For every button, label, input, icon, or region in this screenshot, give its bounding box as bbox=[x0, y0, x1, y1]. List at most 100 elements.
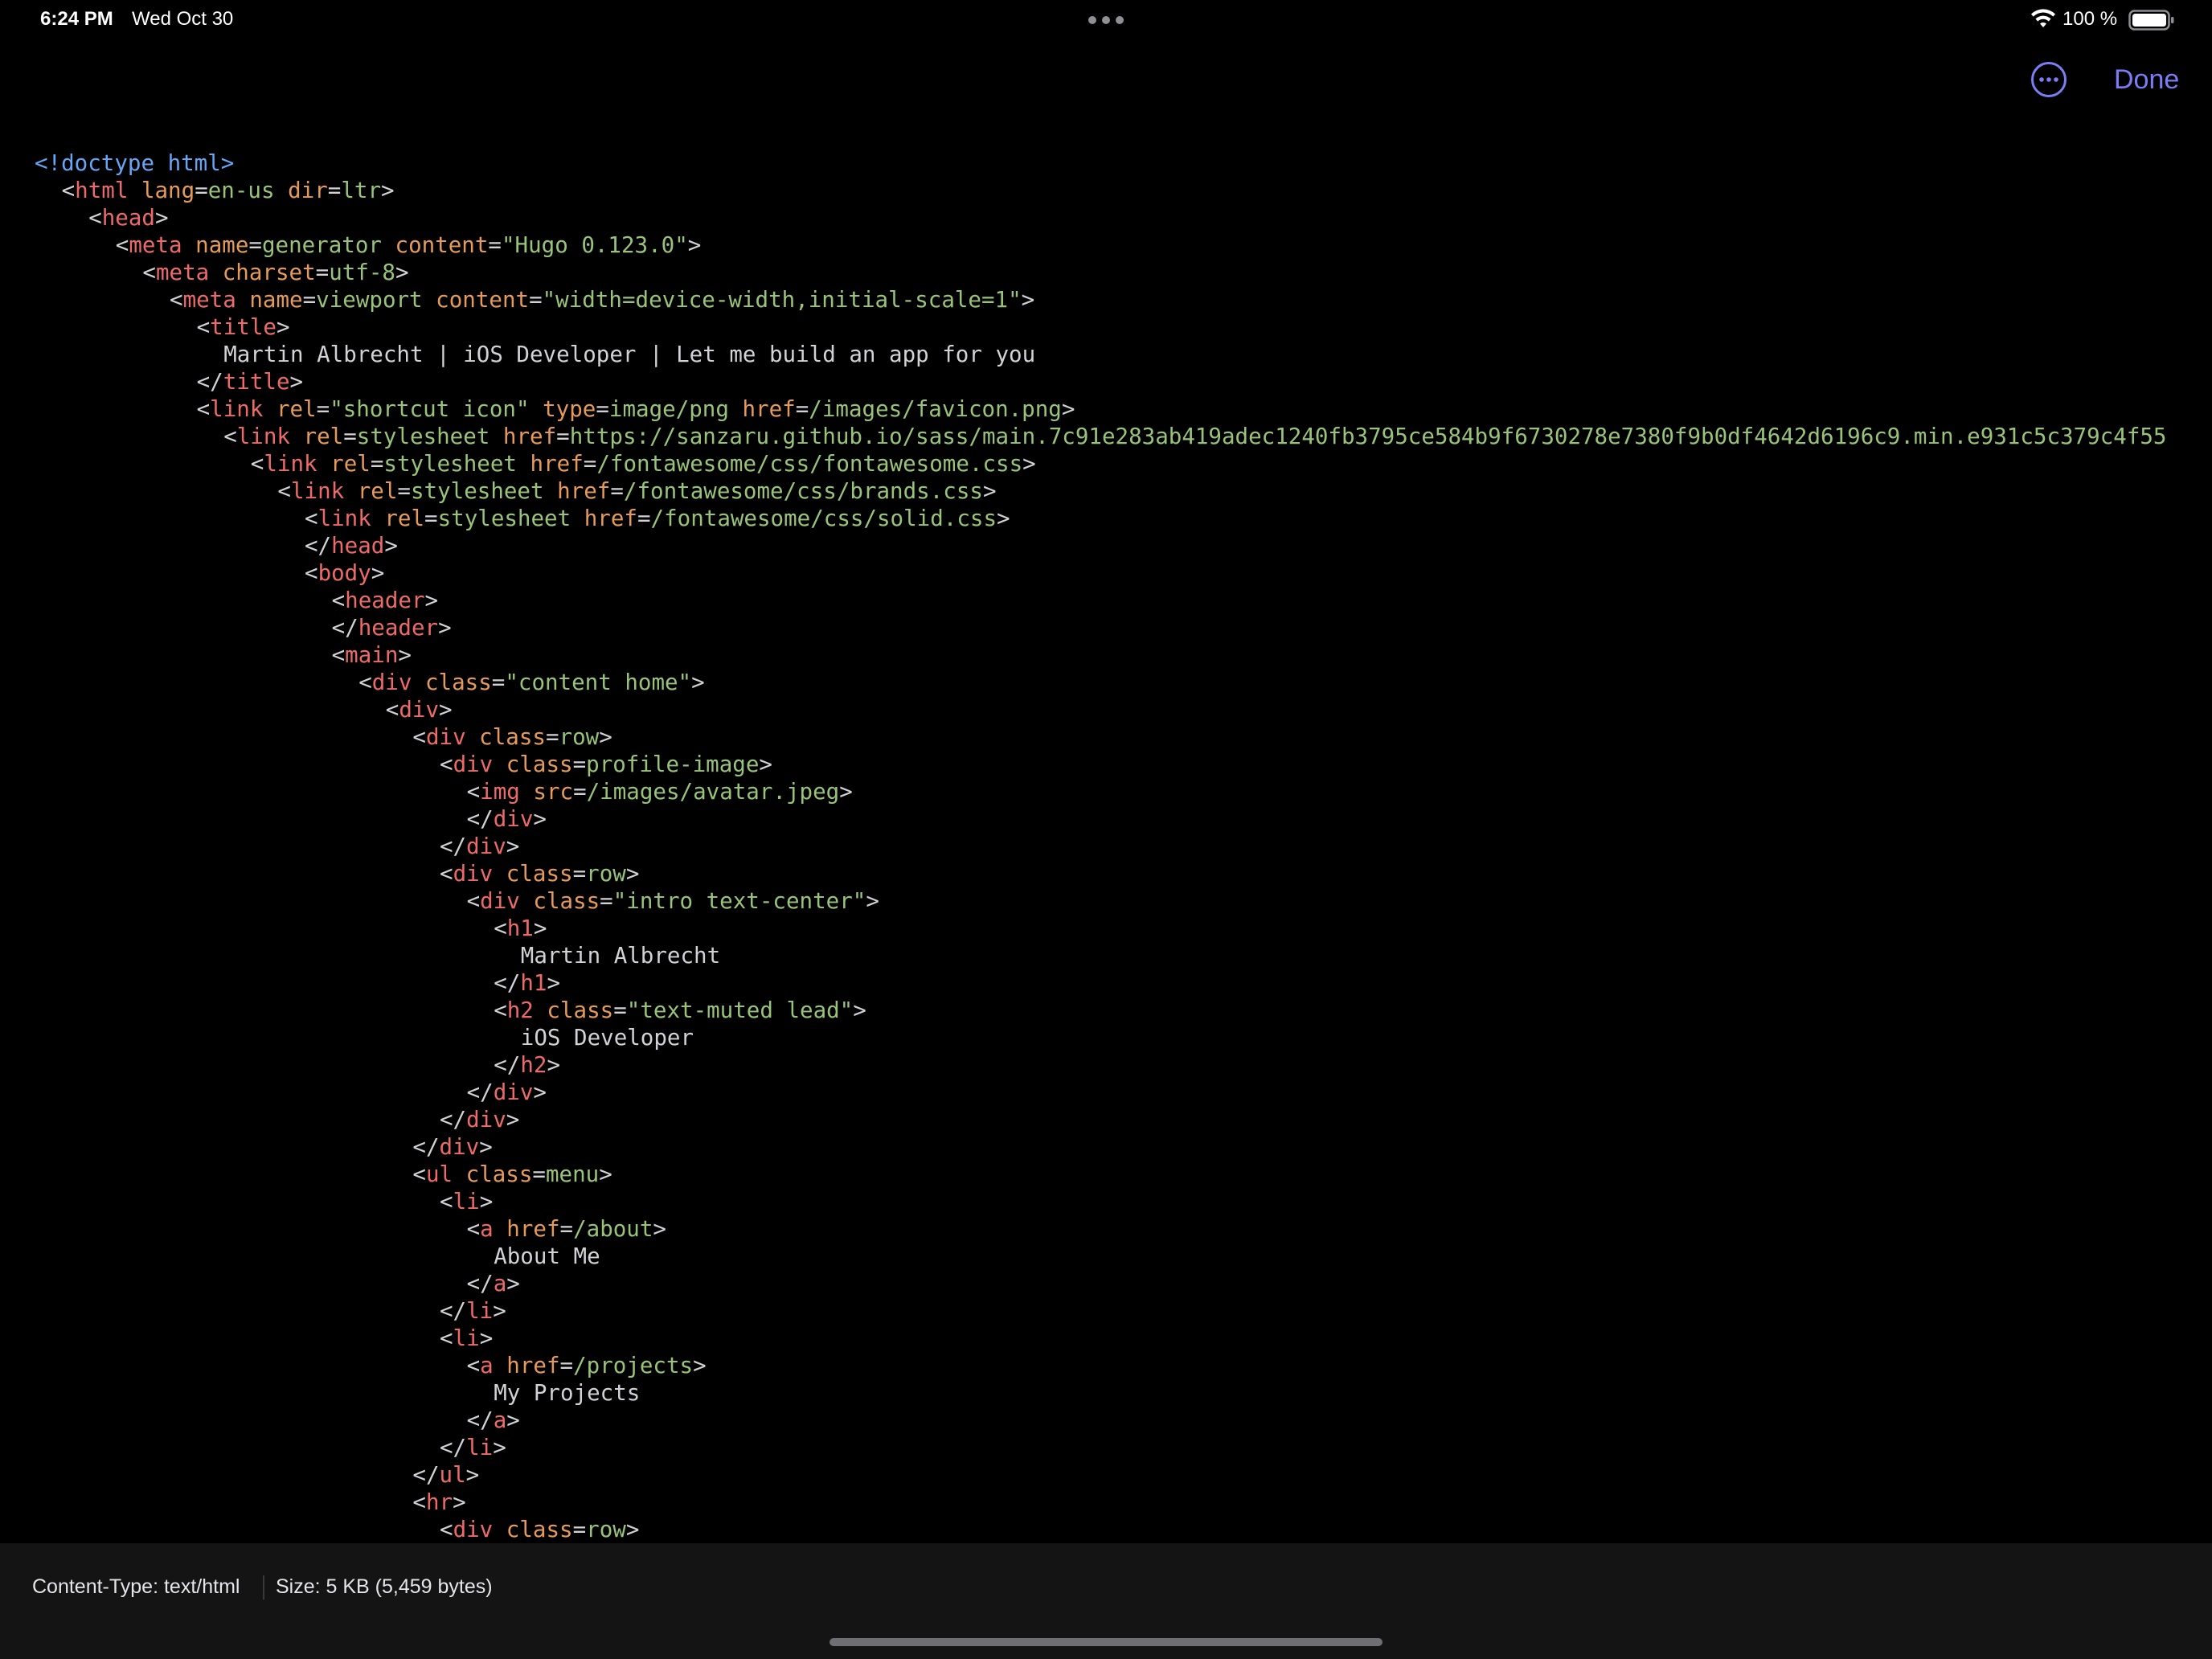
code-token: = bbox=[343, 424, 357, 449]
code-token: div bbox=[371, 670, 412, 695]
code-token: "content home" bbox=[505, 670, 692, 695]
code-token: class bbox=[519, 888, 600, 914]
code-line: <li> bbox=[440, 1188, 493, 1215]
done-button[interactable]: Done bbox=[2106, 61, 2187, 98]
code-token: /images/avatar.jpeg bbox=[586, 779, 840, 805]
code-token: div bbox=[493, 806, 534, 832]
code-line: <!doctype html> bbox=[35, 150, 234, 177]
code-line: <div class=row> bbox=[440, 860, 639, 887]
code-token: row bbox=[559, 724, 600, 750]
code-token: < bbox=[412, 724, 426, 750]
code-token: </ bbox=[412, 1134, 440, 1160]
code-token: href bbox=[543, 478, 611, 504]
code-token: < bbox=[440, 1189, 453, 1215]
more-options-button[interactable] bbox=[2030, 61, 2067, 98]
code-token: href bbox=[493, 1216, 560, 1242]
code-token: > bbox=[384, 533, 398, 559]
code-token: < bbox=[412, 1489, 426, 1515]
code-token: < bbox=[385, 697, 399, 723]
code-token: > bbox=[493, 1298, 506, 1324]
code-token: type bbox=[529, 396, 596, 422]
code-token: > bbox=[276, 314, 290, 340]
code-line: <h1> bbox=[494, 915, 547, 942]
code-line: <ul class=menu> bbox=[412, 1161, 612, 1188]
code-token: < bbox=[142, 260, 156, 285]
code-token: = bbox=[600, 888, 613, 914]
code-token: > bbox=[381, 178, 395, 203]
code-token: meta bbox=[182, 287, 236, 313]
code-token: > bbox=[424, 588, 439, 613]
code-line: <hr> bbox=[412, 1489, 465, 1516]
code-token: > bbox=[982, 478, 997, 504]
code-token: > bbox=[547, 1052, 560, 1078]
code-line: </a> bbox=[467, 1407, 520, 1434]
code-token: iOS Developer bbox=[520, 1025, 694, 1051]
code-token: /fontawesome/css/fontawesome.css bbox=[596, 451, 1023, 477]
code-line: <html lang=en-us dir=ltr> bbox=[62, 177, 395, 204]
code-token: = bbox=[596, 396, 609, 422]
code-token: < bbox=[305, 506, 318, 531]
wifi-icon bbox=[2031, 9, 2055, 27]
code-token: > bbox=[693, 1353, 707, 1378]
code-line: <div class=row> bbox=[440, 1516, 639, 1543]
code-token: hr bbox=[425, 1489, 453, 1515]
code-token: </ bbox=[466, 1079, 494, 1105]
code-token: > bbox=[438, 615, 452, 641]
code-token: < bbox=[170, 287, 183, 313]
code-token: a bbox=[493, 1271, 507, 1296]
code-token: h2 bbox=[520, 1052, 547, 1078]
code-token: head bbox=[331, 533, 385, 559]
code-token: > bbox=[839, 779, 853, 805]
code-token: rel bbox=[371, 506, 425, 531]
code-token: rel bbox=[317, 451, 371, 477]
code-line: <img src=/images/avatar.jpeg> bbox=[467, 778, 853, 805]
code-token: = bbox=[248, 232, 262, 258]
code-token: </ bbox=[440, 834, 467, 859]
code-line: <meta charset=utf-8> bbox=[142, 259, 408, 286]
code-line: About Me bbox=[494, 1243, 600, 1270]
code-token: > bbox=[625, 1517, 640, 1542]
code-token: = bbox=[488, 232, 502, 258]
code-token: < bbox=[277, 478, 291, 504]
code-token: < bbox=[331, 588, 346, 613]
code-token: < bbox=[466, 1353, 481, 1378]
code-token: ul bbox=[439, 1462, 466, 1488]
ellipsis-circle-icon bbox=[2031, 62, 2067, 97]
code-token: > bbox=[154, 205, 169, 231]
multitasking-dots-icon[interactable] bbox=[1088, 16, 1124, 24]
code-token: "width=device-width,initial-scale=1" bbox=[542, 287, 1022, 313]
code-line: <link rel=stylesheet href=/fontawesome/c… bbox=[305, 505, 1010, 532]
code-token: > bbox=[395, 260, 409, 285]
code-token: > bbox=[1022, 451, 1036, 477]
code-token: /images/favicon.png bbox=[809, 396, 1062, 422]
code-token: < bbox=[412, 1161, 426, 1187]
code-line: <div class="content home"> bbox=[358, 669, 705, 696]
code-token: > bbox=[506, 1107, 520, 1133]
code-token: < bbox=[440, 861, 453, 887]
source-code-view[interactable]: <!doctype html> <html lang=en-us dir=ltr>… bbox=[0, 150, 2212, 1543]
code-token: meta bbox=[155, 260, 210, 285]
code-token: > bbox=[599, 724, 612, 750]
code-token: > bbox=[398, 642, 412, 668]
code-token: link bbox=[236, 424, 290, 449]
code-token: < bbox=[115, 232, 129, 258]
code-line: <title> bbox=[197, 313, 290, 341]
code-token: </ bbox=[466, 806, 494, 832]
code-token: </ bbox=[466, 1271, 494, 1296]
code-token: div bbox=[493, 1079, 534, 1105]
home-indicator[interactable] bbox=[830, 1638, 1382, 1646]
code-token: > bbox=[547, 970, 560, 996]
code-token: = bbox=[370, 451, 384, 477]
code-line: <div class="intro text-center"> bbox=[467, 887, 879, 915]
code-token: > bbox=[506, 1407, 520, 1433]
code-line: <link rel=stylesheet href=https://sanzar… bbox=[223, 423, 2166, 450]
code-token: img bbox=[480, 779, 520, 805]
code-token: li bbox=[453, 1189, 480, 1215]
code-token: About Me bbox=[494, 1243, 600, 1269]
code-token: </ bbox=[196, 369, 223, 395]
code-token: rel bbox=[344, 478, 398, 504]
code-token: class bbox=[465, 724, 546, 750]
code-token: </ bbox=[494, 970, 521, 996]
code-token: > bbox=[997, 506, 1010, 531]
code-token: > bbox=[479, 1134, 493, 1160]
